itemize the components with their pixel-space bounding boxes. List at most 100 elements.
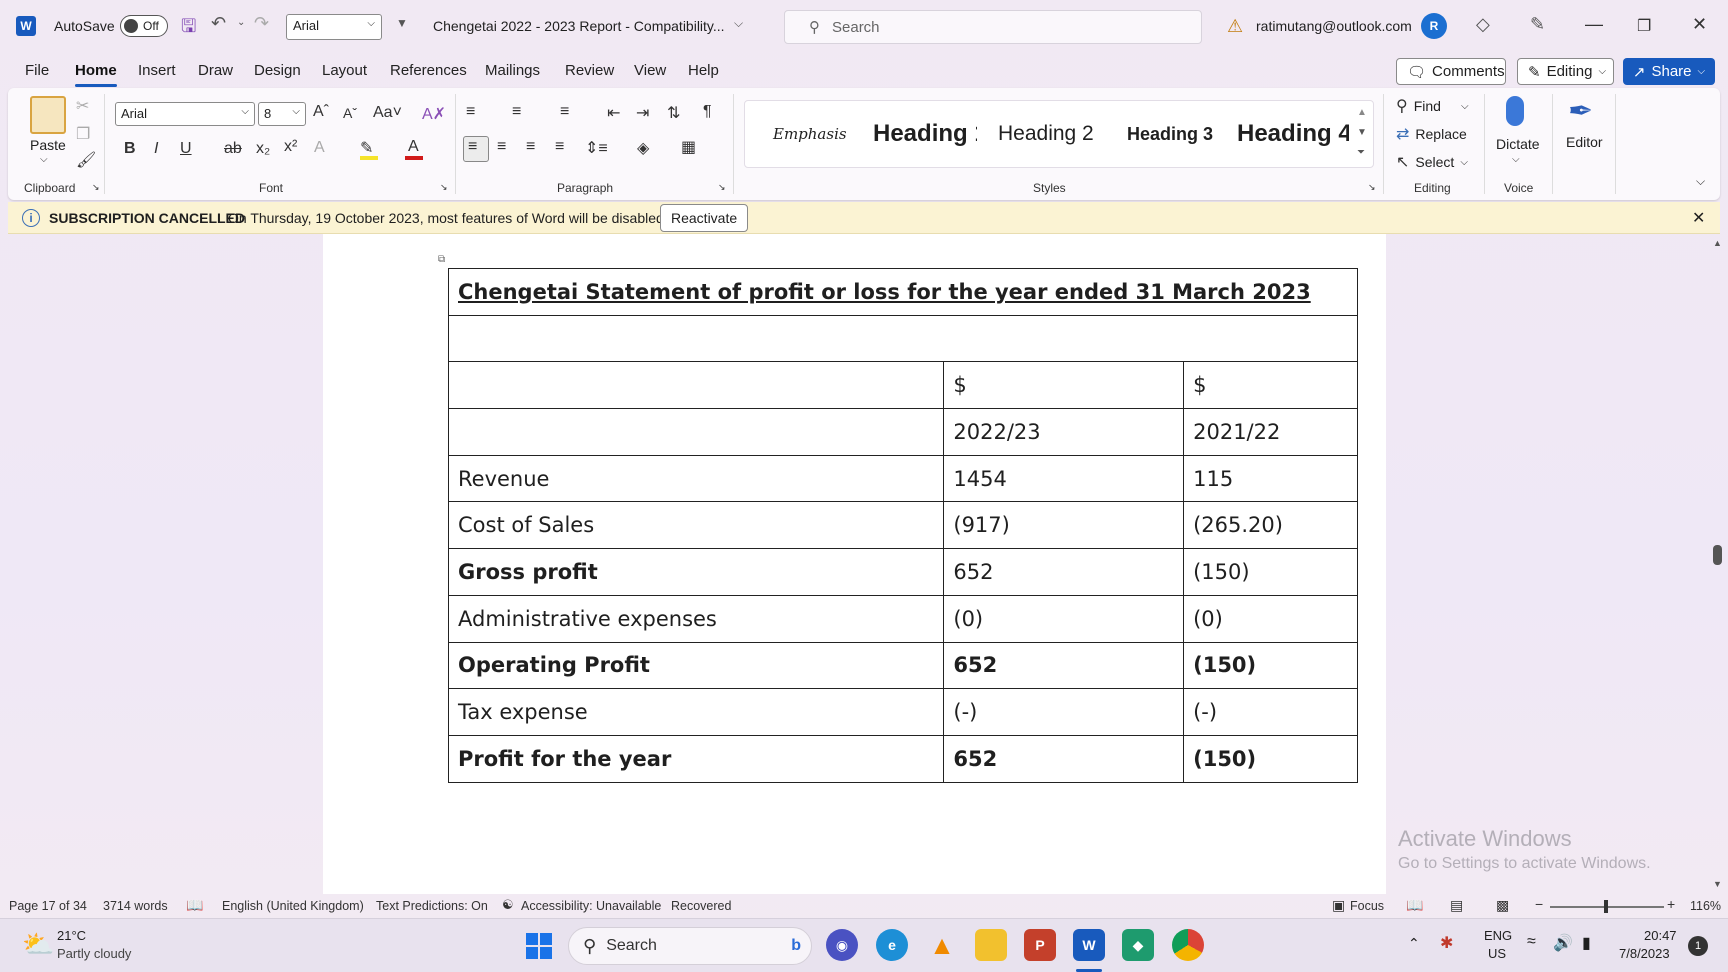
style-heading-3[interactable]: Heading 3: [1127, 101, 1213, 167]
read-mode-icon[interactable]: 📖: [1406, 897, 1423, 914]
web-layout-icon[interactable]: ▩: [1496, 897, 1509, 914]
tab-references[interactable]: References: [390, 62, 467, 79]
share-button[interactable]: ↗ Share ⌵: [1623, 58, 1715, 85]
format-painter-icon[interactable]: 🖌: [76, 150, 96, 170]
select-button[interactable]: ↖ Select ⌵: [1396, 152, 1468, 172]
paste-icon[interactable]: [30, 96, 66, 134]
value-2021-22-cell[interactable]: 115: [1183, 454, 1358, 503]
table-cell[interactable]: [448, 314, 1358, 363]
text-effects-icon[interactable]: A: [314, 139, 325, 157]
focus-label[interactable]: Focus: [1350, 899, 1384, 913]
vlc-icon[interactable]: ▲: [926, 929, 958, 961]
document-title[interactable]: Chengetai 2022 - 2023 Report - Compatibi…: [433, 18, 725, 34]
value-2022-23-cell[interactable]: (0): [943, 594, 1185, 643]
dialog-launcher-icon[interactable]: ↘: [1368, 182, 1376, 193]
notification-count-badge[interactable]: 1: [1688, 936, 1708, 956]
tab-view[interactable]: View: [634, 62, 666, 79]
find-button[interactable]: ⚲ Find ⌵: [1396, 96, 1469, 116]
battery-icon[interactable]: ▮: [1582, 933, 1591, 953]
zoom-out-icon[interactable]: −: [1535, 896, 1543, 912]
decrease-indent-icon[interactable]: ⇤: [607, 103, 620, 123]
table-move-handle-icon[interactable]: ⧉: [438, 254, 445, 265]
style-heading-4[interactable]: Heading 4: [1237, 101, 1349, 167]
chrome-icon[interactable]: [1172, 929, 1204, 961]
language-status[interactable]: English (United Kingdom): [222, 899, 364, 913]
replace-button[interactable]: ⇄ Replace: [1396, 124, 1467, 144]
italic-icon[interactable]: I: [154, 140, 158, 158]
value-2021-22-cell[interactable]: (150): [1183, 548, 1358, 596]
file-explorer-icon[interactable]: [975, 929, 1007, 961]
accessibility-status[interactable]: Accessibility: Unavailable: [521, 899, 661, 913]
weather-icon[interactable]: ⛅: [22, 929, 54, 960]
proofing-icon[interactable]: 📖: [186, 897, 203, 914]
sort-icon[interactable]: ⇅: [667, 103, 680, 123]
redo-icon[interactable]: ↷: [254, 13, 269, 34]
autosave-toggle[interactable]: Off: [120, 15, 168, 37]
close-notification-icon[interactable]: ✕: [1692, 208, 1705, 228]
value-2021-22-cell[interactable]: (0): [1183, 594, 1358, 643]
value-2022-23-cell[interactable]: (-): [943, 688, 1185, 736]
dialog-launcher-icon[interactable]: ↘: [440, 182, 448, 193]
close-icon[interactable]: ✕: [1692, 14, 1707, 35]
profit-loss-table[interactable]: Chengetai Statement of profit or loss fo…: [447, 268, 1358, 783]
edge-browser-icon[interactable]: e: [876, 929, 908, 961]
tab-review[interactable]: Review: [565, 62, 614, 79]
value-2022-23-cell[interactable]: 1454: [943, 454, 1185, 503]
row-label-cell[interactable]: Gross profit: [447, 548, 945, 596]
zoom-in-icon[interactable]: +: [1667, 896, 1675, 912]
weather-desc[interactable]: Partly cloudy: [57, 946, 131, 961]
weather-temp[interactable]: 21°C: [57, 928, 86, 943]
region-code[interactable]: US: [1488, 946, 1506, 961]
value-2022-23-cell[interactable]: 652: [943, 641, 1185, 690]
tab-mailings[interactable]: Mailings: [485, 62, 540, 79]
search-input[interactable]: ⚲ Search: [784, 10, 1202, 44]
save-icon[interactable]: 🖫: [181, 14, 196, 44]
align-center-icon[interactable]: ≡: [497, 138, 506, 156]
highlight-icon[interactable]: ✎: [360, 138, 373, 158]
line-spacing-icon[interactable]: ⇕≡: [585, 138, 608, 158]
dialog-launcher-icon[interactable]: ↘: [92, 182, 100, 193]
microphone-icon[interactable]: [1506, 96, 1524, 126]
warning-icon[interactable]: ⚠: [1227, 16, 1243, 37]
undo-icon[interactable]: ↶: [211, 13, 226, 34]
subscript-icon[interactable]: x₂: [256, 140, 270, 158]
customize-toolbar-icon[interactable]: ▼: [396, 16, 408, 30]
shading-icon[interactable]: ◈: [637, 138, 649, 158]
wifi-icon[interactable]: ≈: [1527, 933, 1536, 951]
undo-dropdown-icon[interactable]: ⌄: [237, 17, 245, 28]
avatar[interactable]: R: [1421, 13, 1447, 39]
change-case-icon[interactable]: Aa˅: [373, 104, 402, 122]
reactivate-button[interactable]: Reactivate: [660, 204, 749, 232]
superscript-icon[interactable]: x²: [284, 138, 297, 156]
value-2022-23-cell[interactable]: 652: [943, 734, 1185, 783]
vertical-scrollbar-thumb[interactable]: [1713, 545, 1722, 565]
app-icon[interactable]: ◆: [1122, 929, 1154, 961]
justify-icon[interactable]: ≡: [555, 138, 564, 156]
clear-formatting-icon[interactable]: A✗: [422, 104, 446, 124]
tab-file[interactable]: File: [25, 62, 49, 79]
style-heading-1[interactable]: Heading 1: [873, 101, 977, 167]
row-label-cell[interactable]: Tax expense: [447, 688, 945, 736]
table-title[interactable]: Chengetai Statement of profit or loss fo…: [448, 268, 1358, 316]
grow-font-icon[interactable]: Aˆ: [313, 103, 329, 121]
row-label-cell[interactable]: [447, 408, 945, 456]
word-taskbar-icon[interactable]: W: [1073, 929, 1105, 961]
zoom-slider-thumb[interactable]: [1604, 900, 1608, 913]
chat-app-icon[interactable]: ◉: [826, 929, 858, 961]
copy-icon[interactable]: ❐: [76, 124, 90, 144]
borders-icon[interactable]: ▦: [681, 137, 696, 157]
print-layout-icon[interactable]: ▤: [1450, 897, 1463, 914]
tab-design[interactable]: Design: [254, 62, 301, 79]
diamond-icon[interactable]: ◇: [1476, 14, 1490, 35]
start-icon[interactable]: [526, 933, 552, 959]
editing-mode-button[interactable]: ✎ Editing ⌵: [1517, 58, 1614, 85]
editor-pen-icon[interactable]: ✒: [1568, 94, 1593, 129]
row-label-cell[interactable]: [447, 361, 945, 410]
tab-home[interactable]: Home: [75, 62, 117, 79]
dictate-chevron-icon[interactable]: ⌵: [1512, 154, 1520, 165]
editor-label[interactable]: Editor: [1566, 134, 1603, 150]
font-size-select[interactable]: 8 ⌵: [258, 102, 306, 126]
pen-icon[interactable]: ✎: [1530, 14, 1545, 35]
paste-chevron-icon[interactable]: ⌵: [40, 154, 48, 165]
language-code[interactable]: ENG: [1484, 928, 1512, 943]
